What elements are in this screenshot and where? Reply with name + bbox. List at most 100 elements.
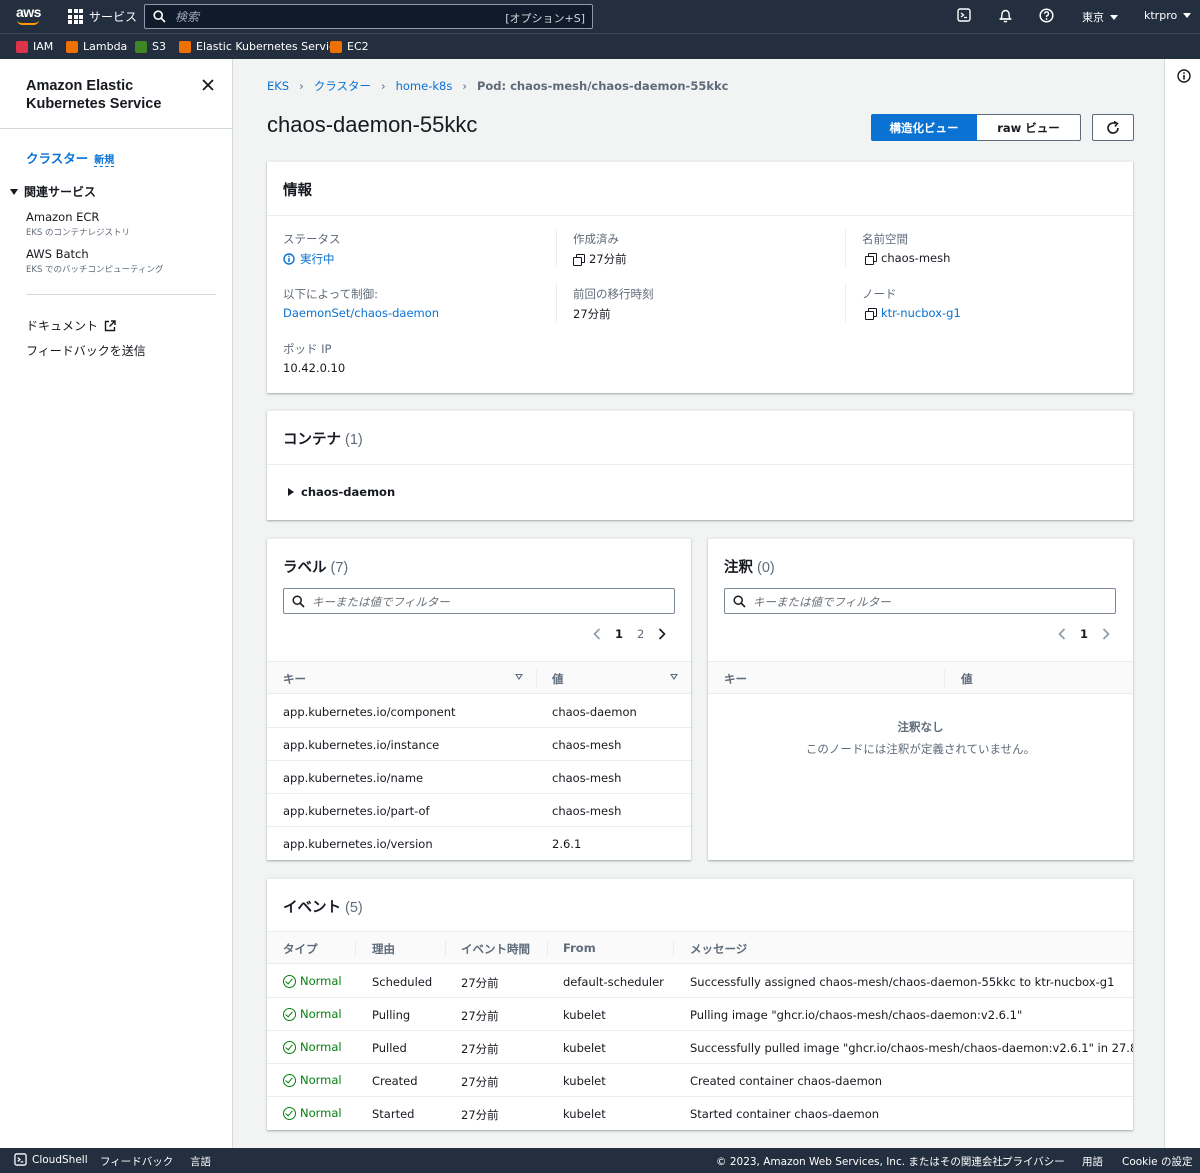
namespace-label: 名前空間 bbox=[862, 232, 908, 246]
chevron-right-icon: › bbox=[462, 79, 467, 93]
sidebar-item-batch[interactable]: AWS Batch EKS でのバッチコンピューティング bbox=[26, 247, 164, 275]
related-services-section[interactable]: 関連サービス bbox=[10, 183, 96, 200]
sidebar-title-line: Amazon Elastic bbox=[26, 78, 134, 94]
breadcrumb-cluster[interactable]: home-k8s bbox=[396, 79, 453, 93]
raw-view-button[interactable]: raw ビュー bbox=[977, 114, 1081, 141]
footer-cookie-settings[interactable]: Cookie の設定 bbox=[1122, 1154, 1192, 1169]
search-shortcut: [オプション+S] bbox=[505, 12, 585, 25]
favorite-s3[interactable]: S3 bbox=[135, 40, 166, 53]
label-value: 2.6.1 bbox=[552, 837, 582, 851]
bell-icon[interactable] bbox=[998, 8, 1013, 23]
container-expander[interactable]: chaos-daemon bbox=[288, 485, 395, 499]
table-row: Normal Created 27分前 kubelet Created cont… bbox=[267, 1064, 1133, 1097]
aws-logo[interactable]: aws bbox=[16, 5, 42, 27]
iam-icon bbox=[16, 40, 28, 53]
annotations-filter[interactable] bbox=[724, 588, 1116, 614]
table-row: Normal Started 27分前 kubelet Started cont… bbox=[267, 1097, 1133, 1130]
footer-feedback[interactable]: フィードバック bbox=[100, 1154, 173, 1169]
page-1[interactable]: 1 bbox=[615, 627, 623, 641]
sidebar-item-ecr[interactable]: Amazon ECR EKS のコンテナレジストリ bbox=[26, 210, 130, 238]
col-from[interactable]: From bbox=[563, 941, 596, 955]
col-reason[interactable]: 理由 bbox=[372, 941, 395, 957]
send-feedback-link[interactable]: フィードバックを送信 bbox=[26, 342, 146, 359]
column-divider[interactable] bbox=[673, 940, 674, 957]
lambda-icon bbox=[66, 40, 78, 53]
copy-icon[interactable] bbox=[865, 252, 877, 265]
cloudshell-icon[interactable] bbox=[957, 8, 971, 22]
structured-view-button[interactable]: 構造化ビュー bbox=[871, 114, 977, 141]
column-divider[interactable] bbox=[355, 940, 356, 957]
chevron-right-icon[interactable] bbox=[1102, 628, 1110, 640]
containers-title: コンテナ bbox=[283, 432, 341, 448]
events-count: (5) bbox=[345, 900, 363, 916]
favorite-lambda[interactable]: Lambda bbox=[66, 40, 127, 53]
cloudshell-button[interactable]: CloudShell bbox=[14, 1153, 88, 1166]
services-menu[interactable]: サービス bbox=[68, 8, 137, 25]
footer-privacy[interactable]: プライバシー bbox=[1002, 1154, 1065, 1169]
column-divider[interactable] bbox=[944, 670, 945, 687]
breadcrumb-eks[interactable]: EKS bbox=[267, 79, 289, 93]
close-icon[interactable] bbox=[202, 79, 214, 91]
column-divider[interactable] bbox=[547, 940, 548, 957]
favorite-ec2[interactable]: EC2 bbox=[330, 40, 369, 53]
col-key[interactable]: キー bbox=[283, 671, 306, 687]
col-key[interactable]: キー bbox=[724, 671, 747, 687]
search-input[interactable] bbox=[175, 8, 475, 25]
col-value[interactable]: 値 bbox=[961, 671, 973, 687]
footer-terms[interactable]: 用語 bbox=[1082, 1154, 1103, 1169]
col-value[interactable]: 値 bbox=[552, 671, 564, 687]
favorite-label: Elastic Kubernetes Service bbox=[196, 40, 342, 53]
sort-icon[interactable] bbox=[670, 674, 678, 680]
help-icon[interactable] bbox=[1039, 8, 1054, 23]
info-icon[interactable] bbox=[1177, 69, 1191, 83]
refresh-button[interactable] bbox=[1092, 114, 1134, 141]
column-divider[interactable] bbox=[536, 670, 537, 687]
sort-icon[interactable] bbox=[515, 674, 523, 680]
check-circle-icon bbox=[283, 1106, 296, 1120]
page-1[interactable]: 1 bbox=[1080, 627, 1088, 641]
annotations-count: (0) bbox=[757, 560, 775, 576]
labels-filter[interactable] bbox=[283, 588, 675, 614]
chevron-left-icon[interactable] bbox=[593, 628, 601, 640]
footer-language[interactable]: 言語 bbox=[190, 1154, 211, 1169]
documentation-label: ドキュメント bbox=[26, 319, 99, 333]
sidebar-item-label: クラスター bbox=[26, 151, 89, 166]
caret-down-icon bbox=[1183, 13, 1192, 18]
sidebar-item-clusters[interactable]: クラスター 新規 bbox=[26, 148, 115, 167]
divider bbox=[26, 294, 216, 295]
favorite-label: IAM bbox=[33, 40, 54, 53]
annotations-filter-input[interactable] bbox=[753, 593, 1065, 610]
favorite-eks[interactable]: Elastic Kubernetes Service bbox=[179, 40, 342, 53]
pod-ip-label: ポッド IP bbox=[283, 342, 332, 356]
event-type-text: Normal bbox=[300, 1040, 342, 1054]
copy-icon[interactable] bbox=[865, 307, 877, 320]
node-link[interactable]: ktr-nucbox-g1 bbox=[881, 306, 961, 320]
col-type[interactable]: タイプ bbox=[283, 941, 318, 957]
containers-panel: コンテナ (1) chaos-daemon bbox=[267, 410, 1133, 520]
breadcrumb-clusters[interactable]: クラスター bbox=[314, 78, 371, 94]
region-selector[interactable]: 東京 bbox=[1082, 9, 1118, 25]
documentation-link[interactable]: ドキュメント bbox=[26, 317, 116, 334]
favorite-label: EC2 bbox=[347, 40, 369, 53]
section-label: 関連サービス bbox=[24, 185, 97, 199]
sidebar-item-label: AWS Batch bbox=[26, 247, 89, 261]
search-box[interactable]: [オプション+S] bbox=[144, 4, 593, 29]
ec2-icon bbox=[330, 40, 342, 53]
status-value: 実行中 bbox=[283, 251, 335, 267]
annotations-header: 注釈 (0) bbox=[724, 556, 775, 577]
copy-icon[interactable] bbox=[573, 253, 585, 266]
col-event-time[interactable]: イベント時間 bbox=[461, 941, 530, 957]
annotations-table-header: キー 値 bbox=[708, 661, 1133, 694]
chevron-left-icon[interactable] bbox=[1058, 628, 1066, 640]
favorite-label: S3 bbox=[152, 40, 166, 53]
view-toggle: 構造化ビュー raw ビュー bbox=[871, 114, 1081, 141]
chevron-right-icon[interactable] bbox=[658, 628, 666, 640]
col-message[interactable]: メッセージ bbox=[690, 941, 747, 957]
column-divider[interactable] bbox=[445, 940, 446, 957]
controlled-by-link[interactable]: DaemonSet/chaos-daemon bbox=[283, 306, 439, 320]
favorite-iam[interactable]: IAM bbox=[16, 40, 53, 53]
account-menu[interactable]: ktrpro bbox=[1144, 9, 1192, 22]
caret-down-icon bbox=[10, 189, 18, 195]
labels-filter-input[interactable] bbox=[312, 593, 624, 610]
page-2[interactable]: 2 bbox=[637, 627, 644, 641]
